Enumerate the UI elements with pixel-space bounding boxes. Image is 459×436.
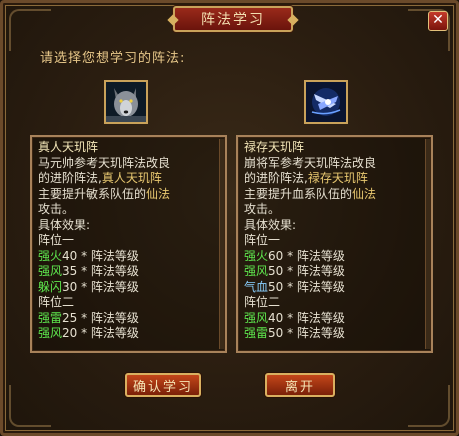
crystal-spirit-icon[interactable]	[304, 80, 348, 124]
formation-name: 禄存天玑阵	[244, 140, 305, 154]
effects-label: 具体效果:	[38, 217, 91, 232]
formation-desc: 攻击。	[244, 202, 281, 216]
effect-row: 气血50 * 阵法等级	[244, 279, 345, 294]
corner-ornament	[408, 385, 450, 427]
formation-name-highlight: 真人天玑阵	[101, 171, 162, 185]
formation-desc: 的进阶阵法,禄存天玑阵	[244, 171, 368, 185]
attack-type-highlight: 仙法	[146, 186, 171, 201]
leave-button[interactable]: 离开	[265, 373, 335, 397]
position-label: 阵位一	[38, 233, 75, 247]
formation-desc: 的进阶阵法,真人天玑阵	[38, 171, 162, 185]
selection-prompt: 请选择您想学习的阵法:	[40, 51, 186, 66]
formation-desc: 崩将军参考天玑阵法改良	[244, 155, 377, 170]
effects-label: 具体效果:	[244, 217, 297, 232]
confirm-learn-button[interactable]: 确认学习	[125, 373, 201, 397]
close-button[interactable]: ✕	[428, 11, 448, 31]
scrollbar[interactable]	[425, 139, 430, 349]
effect-row: 强风20 * 阵法等级	[38, 326, 139, 340]
effect-row: 强风35 * 阵法等级	[38, 264, 139, 278]
effect-row: 强风50 * 阵法等级	[244, 264, 345, 278]
effect-row: 躲闪30 * 阵法等级	[38, 279, 139, 294]
formation-name-highlight: 禄存天玑阵	[307, 171, 368, 185]
formation-name: 真人天玑阵	[38, 140, 99, 154]
effect-row: 强风40 * 阵法等级	[244, 310, 345, 325]
formation-panel-left[interactable]: 真人天玑阵 马元帅参考天玑阵法改良 的进阶阵法,真人天玑阵 主要提升敏系队伍的仙…	[30, 135, 227, 353]
formation-desc: 主要提升血系队伍的仙法	[244, 186, 377, 201]
effect-row: 强火40 * 阵法等级	[38, 248, 139, 263]
effect-row: 强雷50 * 阵法等级	[244, 326, 345, 340]
wolf-icon[interactable]	[104, 80, 148, 124]
position-label: 阵位一	[244, 233, 281, 247]
corner-ornament	[9, 9, 51, 51]
formation-learning-dialog: 阵法学习 ✕ 请选择您想学习的阵法: 真人天玑阵 马元帅参考天玑阵法改良 的进阶…	[0, 0, 459, 436]
position-label: 阵位二	[38, 295, 75, 309]
attack-type-highlight: 仙法	[352, 186, 377, 201]
corner-ornament	[9, 385, 51, 427]
effect-row: 强雷25 * 阵法等级	[38, 310, 139, 325]
dialog-title: 阵法学习	[173, 6, 293, 32]
effect-row: 强火60 * 阵法等级	[244, 248, 345, 263]
position-label: 阵位二	[244, 295, 281, 309]
formation-desc: 主要提升敏系队伍的仙法	[38, 186, 171, 201]
formation-desc: 马元帅参考天玑阵法改良	[38, 155, 171, 170]
formation-panel-right[interactable]: 禄存天玑阵 崩将军参考天玑阵法改良 的进阶阵法,禄存天玑阵 主要提升血系队伍的仙…	[236, 135, 433, 353]
scrollbar[interactable]	[219, 139, 224, 349]
formation-desc: 攻击。	[38, 202, 75, 216]
